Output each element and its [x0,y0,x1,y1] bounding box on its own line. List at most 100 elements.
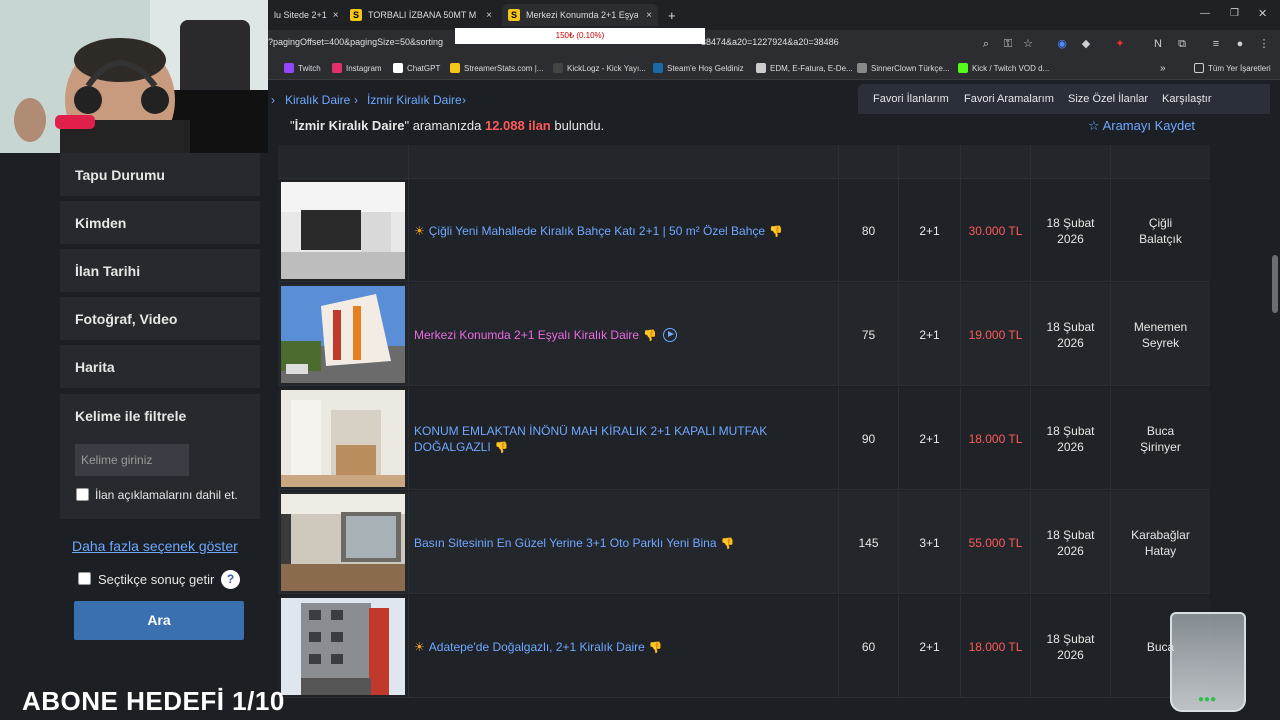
help-icon[interactable]: ? [221,570,240,589]
zoom-icon[interactable]: ⌕ [978,36,994,52]
table-cell [1110,145,1210,179]
instant-results-label: Seçtikçe sonuç getir [98,572,215,587]
browser-tab[interactable]: S TORBALI İZBANA 50MT MESAF × [344,4,498,26]
location-text: Menemen Seyrek [1133,319,1188,350]
include-descriptions-checkbox[interactable] [76,488,89,501]
bookmark-star-icon[interactable]: ☆ [1020,36,1036,52]
featured-sun-icon: ☀ [414,640,425,654]
table-cell [898,145,960,179]
more-options-link[interactable]: Daha fazla seçenek göster [72,538,238,554]
date-cell: 18 Şubat 2026 [1030,387,1110,490]
listings-table: ☀ Çiğli Yeni Mahallede Kiralık Bahçe Katı… [278,145,1210,720]
listing-title-link[interactable]: ☀ Çiğli Yeni Mahallede Kiralık Bahçe Katı… [414,223,804,240]
close-window-icon[interactable]: ✕ [1258,7,1267,20]
tab-close-icon[interactable]: × [327,10,339,21]
table-row[interactable]: KONUM EMLAKTAN İNÖNÜ MAH KİRALIK 2+1 KAP… [278,387,1210,490]
browser-tab[interactable]: lu Sitede 2+1 × [268,4,342,26]
scrollbar-thumb[interactable] [1272,255,1278,313]
listing-title-link[interactable]: Merkezi Konumda 2+1 Eşyalı Kiralık Daire… [414,327,804,344]
streamer-webcam-image [0,0,268,153]
tab-close-icon[interactable]: × [640,10,652,21]
table-cell [1030,145,1110,179]
play-video-icon[interactable] [662,327,677,342]
favorite-searches-link[interactable]: Favori Aramalarım [964,93,1054,105]
puzzle-icon[interactable]: ⧉ [1174,36,1190,52]
all-bookmarks[interactable]: Tüm Yer İşaretleri [1194,63,1271,73]
tab-favicon-icon: S [350,9,362,21]
listing-title-link[interactable]: Basın Sitesinin En Güzel Yerine 3+1 Oto … [414,535,804,552]
breadcrumb-link[interactable]: Kiralık Daire [285,93,350,107]
notion-icon[interactable]: N [1150,36,1166,52]
bookmark-item[interactable]: Instagram [332,63,382,73]
profile-avatar[interactable]: ● [1232,36,1248,52]
bookmark-item[interactable]: SinnerClown Türkçe... [857,63,950,73]
listing-thumbnail[interactable] [281,598,405,695]
rooms-cell: 2+1 [898,179,960,282]
listing-thumbnail[interactable] [281,286,405,383]
search-button[interactable]: Ara [74,601,244,640]
kick-icon [958,63,968,73]
keyword-input[interactable] [75,444,189,476]
instagram-icon [332,63,342,73]
listing-thumbnail[interactable] [281,494,405,591]
filter-map[interactable]: Harita [60,345,260,390]
date-cell: 18 Şubat 2026 [1030,179,1110,282]
extension-icon[interactable]: ◉ [1054,36,1070,52]
chatgpt-icon [393,63,403,73]
table-divider [408,491,409,594]
tab-close-icon[interactable]: × [480,10,492,21]
menu-icon[interactable]: ⋮ [1256,36,1272,52]
listing-title-link[interactable]: ☀ Adatepe'de Doğalgazlı, 2+1 Kiralık Dair… [414,639,804,656]
bookmark-item[interactable]: EDM, E-Fatura, E-De... [756,63,853,73]
extension-icon[interactable]: ✦ [1112,36,1128,52]
table-row-partial [278,145,1210,179]
tab-label: Merkezi Konumda 2+1 Eşyalı K [526,10,638,20]
listing-thumbnail[interactable] [281,390,405,487]
minimize-icon[interactable]: — [1200,8,1210,19]
webcam-overlay [0,0,268,153]
save-search-label: Aramayı Kaydet [1102,118,1196,133]
result-count: 12.088 ilan [484,118,551,133]
m2-cell: 90 [838,387,898,490]
table-divider [408,283,409,386]
streamerstats-icon [450,63,460,73]
filter-photo-video[interactable]: Fotoğraf, Video [60,297,260,342]
bookmark-item[interactable]: ChatGPT [393,63,440,73]
bookmark-item[interactable]: Twitch [284,63,321,73]
bookmark-item[interactable]: Kick / Twitch VOD d... [958,63,1049,73]
bookmark-item[interactable]: StreamerStats.com |... [450,63,543,73]
breadcrumb-link[interactable]: İzmir Kiralık Daire [367,93,462,107]
bookmark-item[interactable]: Steam'e Hoş Geldiniz [653,63,744,73]
filter-from-whom[interactable]: Kimden [60,201,260,246]
result-text: aramanızda [412,118,482,133]
new-tab-button[interactable]: + [662,4,682,26]
maximize-icon[interactable]: ❐ [1230,8,1239,19]
filter-deed-status[interactable]: Tapu Durumu [60,153,260,198]
folder-icon [1194,63,1204,73]
scrollbar[interactable] [1270,84,1280,720]
key-icon[interactable]: ⚿ [1000,36,1016,52]
listing-title-link[interactable]: KONUM EMLAKTAN İNÖNÜ MAH KİRALIK 2+1 KAP… [414,423,804,456]
location-cell: Karabağlar Hatay [1110,491,1210,594]
instant-results-checkbox[interactable] [78,572,91,585]
list-icon[interactable]: ≡ [1208,36,1224,52]
filter-listing-date[interactable]: İlan Tarihi [60,249,260,294]
tab-favicon-icon: S [508,9,520,21]
table-row[interactable]: Merkezi Konumda 2+1 Eşyalı Kiralık Daire… [278,283,1210,386]
price-cell: 55.000 TL [960,491,1030,594]
bookmarks-overflow-icon[interactable]: » [1160,63,1166,74]
bookmark-item[interactable]: KickLogz - Kick Yayı... [553,63,646,73]
browser-tab-active[interactable]: S Merkezi Konumda 2+1 Eşyalı K × [502,4,658,26]
compare-link[interactable]: Karşılaştır [1162,93,1212,105]
listing-thumbnail[interactable] [281,182,405,279]
save-search-button[interactable]: ☆ Aramayı Kaydet [1088,118,1195,134]
table-row[interactable]: ☀ Çiğli Yeni Mahallede Kiralık Bahçe Katı… [278,179,1210,282]
table-row[interactable]: Basın Sitesinin En Güzel Yerine 3+1 Oto … [278,491,1210,594]
special-listings-link[interactable]: Size Özel İlanlar [1068,93,1148,105]
favorite-listings-link[interactable]: Favori İlanlarım [873,93,949,105]
price-cell: 18.000 TL [960,387,1030,490]
extension-icon[interactable]: ◆ [1078,36,1094,52]
edm-icon [756,63,766,73]
account-nav: Favori İlanlarım Favori Aramalarım Size … [858,84,1280,114]
table-row[interactable]: ☀ Adatepe'de Doğalgazlı, 2+1 Kiralık Dair… [278,595,1210,698]
